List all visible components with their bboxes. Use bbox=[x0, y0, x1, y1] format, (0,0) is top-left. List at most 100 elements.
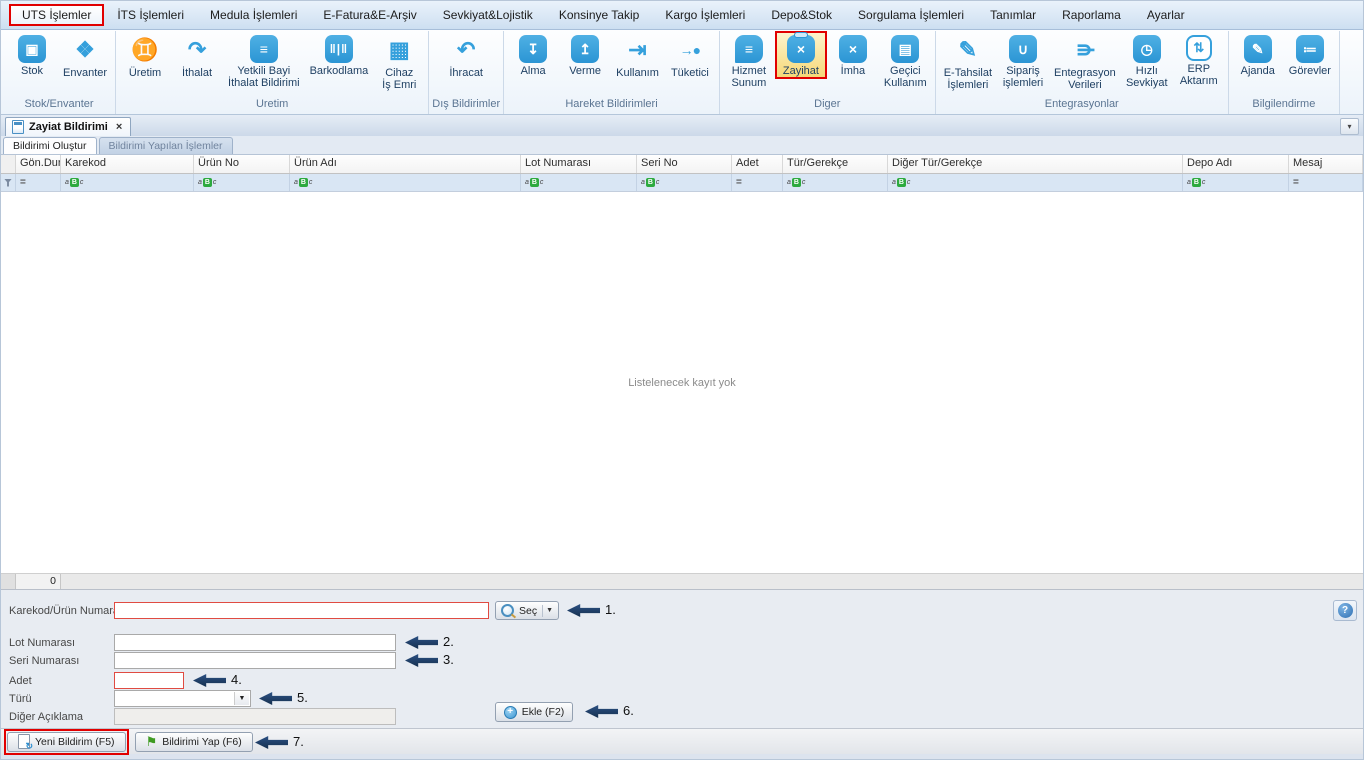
filter-cell-1[interactable]: aBc bbox=[61, 174, 194, 191]
menu-item-kargo-islemleri[interactable]: Kargo İşlemleri bbox=[652, 4, 758, 26]
contains-filter-icon[interactable]: aBc bbox=[641, 178, 659, 187]
column-header-8[interactable]: Diğer Tür/Gerekçe bbox=[888, 155, 1183, 173]
data-grid: Gön.Dur.KarekodÜrün NoÜrün AdıLot Numara… bbox=[1, 155, 1363, 590]
contains-filter-icon[interactable]: aBc bbox=[198, 178, 216, 187]
ribbon-button-ithalat[interactable]: ↷İthalat bbox=[171, 31, 223, 80]
adet-input[interactable] bbox=[114, 672, 184, 689]
seri-input[interactable] bbox=[114, 652, 396, 669]
turu-label: Türü bbox=[9, 693, 32, 705]
ribbon-button-siparis-islemleri[interactable]: ∪Siparişişlemleri bbox=[997, 31, 1049, 90]
filter-cell-9[interactable]: aBc bbox=[1183, 174, 1289, 191]
column-header-7[interactable]: Tür/Gerekçe bbox=[783, 155, 888, 173]
menu-item-sevkiyat-lojistik[interactable]: Sevkiyat&Lojistik bbox=[430, 4, 546, 26]
ribbon-button-label: Tüketici bbox=[671, 67, 709, 79]
menu-item-its-islemleri[interactable]: İTS İşlemleri bbox=[104, 4, 197, 26]
lot-input[interactable] bbox=[114, 634, 396, 651]
ribbon-button-verme[interactable]: ↥Verme bbox=[559, 31, 611, 78]
ribbon-button-erp-aktarim[interactable]: ⇅ERPAktarım bbox=[1173, 31, 1225, 88]
ribbon-button-label: Zayihat bbox=[783, 65, 819, 77]
menu-item-tanimlar[interactable]: Tanımlar bbox=[977, 4, 1049, 26]
ribbon-button-envanter[interactable]: ❖Envanter bbox=[58, 31, 112, 80]
column-header-9[interactable]: Depo Adı bbox=[1183, 155, 1289, 173]
contains-filter-icon[interactable]: aBc bbox=[787, 178, 805, 187]
equals-filter-icon[interactable]: = bbox=[20, 178, 26, 188]
ribbon-button-imha[interactable]: ×İmha bbox=[827, 31, 879, 78]
ribbon-button-barkodlama[interactable]: ‖|‖Barkodlama bbox=[305, 31, 374, 78]
contains-filter-icon[interactable]: aBc bbox=[65, 178, 83, 187]
contains-filter-icon[interactable]: aBc bbox=[294, 178, 312, 187]
column-header-6[interactable]: Adet bbox=[732, 155, 783, 173]
ribbon-button-uretim[interactable]: ♊Üretim bbox=[119, 31, 171, 80]
filter-cell-2[interactable]: aBc bbox=[194, 174, 290, 191]
authorized-dealer-icon: ≡ bbox=[250, 35, 278, 63]
column-header-10[interactable]: Mesaj bbox=[1289, 155, 1363, 173]
sub-tab-bar: Bildirimi Oluştur Bildirimi Yapılan İşle… bbox=[1, 136, 1363, 155]
ribbon-button-hizli-sevkiyat[interactable]: ◷HızlıSevkiyat bbox=[1121, 31, 1173, 90]
menu-item-uts-islemler[interactable]: UTS İşlemler bbox=[9, 4, 104, 26]
help-button[interactable]: ? bbox=[1333, 600, 1357, 621]
equals-filter-icon[interactable]: = bbox=[1293, 178, 1299, 188]
tab-zayiat-bildirimi[interactable]: Zayiat Bildirimi × bbox=[5, 117, 131, 136]
contains-filter-icon[interactable]: aBc bbox=[525, 178, 543, 187]
ribbon-button-cihaz-is-emri[interactable]: ▦Cihazİş Emri bbox=[373, 31, 425, 92]
form-row-turu: Türü ▼ 5. bbox=[1, 690, 1363, 709]
ribbon-button-ajanda[interactable]: ✎Ajanda bbox=[1232, 31, 1284, 78]
filter-cell-3[interactable]: aBc bbox=[290, 174, 521, 191]
turu-combobox[interactable]: ▼ bbox=[114, 690, 251, 707]
sec-button[interactable]: Seç ▼ bbox=[495, 601, 559, 620]
contains-filter-icon[interactable]: aBc bbox=[1187, 178, 1205, 187]
column-header-0[interactable]: Gön.Dur. bbox=[16, 155, 61, 173]
ribbon-button-stok[interactable]: ▣Stok bbox=[6, 31, 58, 78]
ribbon-button-gecici-kullanim[interactable]: ▤GeçiciKullanım bbox=[879, 31, 932, 90]
column-header-3[interactable]: Ürün Adı bbox=[290, 155, 521, 173]
ribbon-button-alma[interactable]: ↧Alma bbox=[507, 31, 559, 78]
menu-item-medula-islemleri[interactable]: Medula İşlemleri bbox=[197, 4, 310, 26]
ribbon-button-zayihat[interactable]: ×Zayihat bbox=[775, 31, 827, 79]
tab-close-icon[interactable]: × bbox=[116, 121, 122, 133]
column-header-1[interactable]: Karekod bbox=[61, 155, 194, 173]
filter-cell-4[interactable]: aBc bbox=[521, 174, 637, 191]
ekle-button[interactable]: + Ekle (F2) bbox=[495, 702, 573, 722]
bildirimi-yap-label: Bildirimi Yap (F6) bbox=[162, 736, 242, 748]
subtab-bildirimi-yapilan-islemler[interactable]: Bildirimi Yapılan İşlemler bbox=[99, 137, 233, 154]
ribbon-button-e-tahsilat-islemleri[interactable]: ✎E-Tahsilatİşlemleri bbox=[939, 31, 997, 92]
menu-item-sorgulama-islemleri[interactable]: Sorgulama İşlemleri bbox=[845, 4, 977, 26]
agenda-icon: ✎ bbox=[1244, 35, 1272, 63]
menu-item-konsinye-takip[interactable]: Konsinye Takip bbox=[546, 4, 653, 26]
filter-cell-5[interactable]: aBc bbox=[637, 174, 732, 191]
ribbon-button-hizmet-sunum[interactable]: ≡HizmetSunum bbox=[723, 31, 775, 90]
column-header-4[interactable]: Lot Numarası bbox=[521, 155, 637, 173]
ribbon-button-ihracat[interactable]: ↶İhracat bbox=[440, 31, 492, 80]
ribbon-button-label: Verme bbox=[569, 65, 601, 77]
filter-cell-7[interactable]: aBc bbox=[783, 174, 888, 191]
filter-cell-8[interactable]: aBc bbox=[888, 174, 1183, 191]
ribbon-button-gorevler[interactable]: ≔Görevler bbox=[1284, 31, 1336, 78]
menu-item-ayarlar[interactable]: Ayarlar bbox=[1134, 4, 1198, 26]
column-header-2[interactable]: Ürün No bbox=[194, 155, 290, 173]
menu-item-e-fatura-e-arsiv[interactable]: E-Fatura&E-Arşiv bbox=[310, 4, 429, 26]
karekod-input[interactable] bbox=[114, 602, 489, 619]
bildirimi-yap-button[interactable]: ⚑ Bildirimi Yap (F6) bbox=[135, 732, 253, 752]
karekod-label: Karekod/Ürün Numarası bbox=[9, 605, 128, 617]
ribbon-button-yetkili-bayi-ithalat-bildirimi[interactable]: ≡Yetkili Bayiİthalat Bildirimi bbox=[223, 31, 305, 90]
form-row-adet: Adet 4. bbox=[1, 672, 1363, 691]
tab-list-dropdown-button[interactable]: ▾ bbox=[1340, 118, 1359, 135]
filter-cell-6[interactable]: = bbox=[732, 174, 783, 191]
menu-item-raporlama[interactable]: Raporlama bbox=[1049, 4, 1134, 26]
ribbon-button-tuketici[interactable]: →●Tüketici bbox=[664, 31, 716, 80]
yeni-bildirim-button[interactable]: Yeni Bildirim (F5) bbox=[7, 732, 126, 752]
ribbon-button-entegrasyon-verileri[interactable]: ⋔EntegrasyonVerileri bbox=[1049, 31, 1121, 92]
summary-count-value: 0 bbox=[16, 574, 61, 589]
ribbon-button-kullanim[interactable]: ⇥Kullanım bbox=[611, 31, 664, 80]
filter-cell-10[interactable]: = bbox=[1289, 174, 1363, 191]
cube-icon: ▣ bbox=[18, 35, 46, 63]
diger-aciklama-label: Diğer Açıklama bbox=[9, 711, 83, 723]
contains-filter-icon[interactable]: aBc bbox=[892, 178, 910, 187]
equals-filter-icon[interactable]: = bbox=[736, 178, 742, 188]
column-header-5[interactable]: Seri No bbox=[637, 155, 732, 173]
combo-dropdown-icon[interactable]: ▼ bbox=[234, 692, 249, 705]
menu-item-depo-stok[interactable]: Depo&Stok bbox=[758, 4, 845, 26]
filter-cell-0[interactable]: = bbox=[16, 174, 61, 191]
subtab-bildirimi-olustur[interactable]: Bildirimi Oluştur bbox=[3, 137, 97, 154]
summary-indicator-cell bbox=[1, 574, 16, 589]
